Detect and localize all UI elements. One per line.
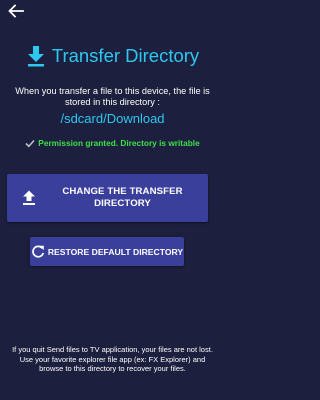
arrow-back-icon — [8, 3, 24, 23]
check-icon — [25, 138, 35, 148]
refresh-icon — [31, 245, 45, 259]
footer-info: If you quit Send files to TV application… — [10, 345, 215, 374]
back-button[interactable] — [6, 3, 26, 23]
page-header: Transfer Directory — [0, 43, 225, 69]
directory-path: /sdcard/Download — [60, 111, 165, 126]
permission-status: Permission granted. Directory is writabl… — [0, 138, 225, 148]
footer-line-2: Use your favorite explorer file app (ex:… — [19, 354, 206, 374]
page-title: Transfer Directory — [51, 45, 200, 66]
directory-description: When you transfer a file to this device,… — [15, 86, 210, 107]
download-icon — [26, 45, 46, 67]
upload-icon — [22, 190, 36, 206]
restore-default-label: RESTORE DEFAULT DIRECTORY — [47, 246, 184, 257]
change-directory-button[interactable]: CHANGE THE TRANSFER DIRECTORY — [7, 174, 208, 222]
change-directory-label: CHANGE THE TRANSFER DIRECTORY — [62, 186, 183, 209]
permission-text: Permission granted. Directory is writabl… — [38, 138, 200, 148]
restore-default-button[interactable]: RESTORE DEFAULT DIRECTORY — [30, 237, 184, 266]
footer-line-1: If you quit Send files to TV application… — [12, 345, 213, 354]
